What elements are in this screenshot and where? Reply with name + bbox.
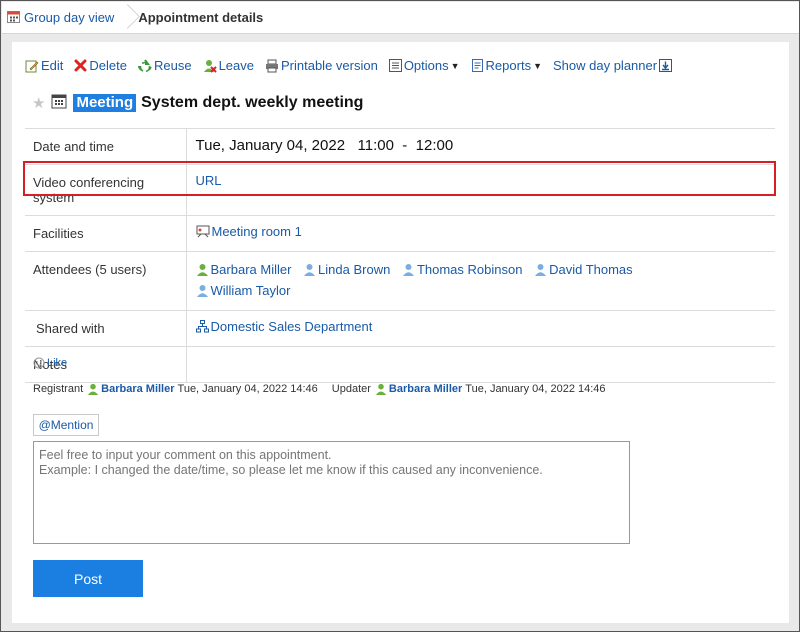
calendar-icon bbox=[51, 93, 67, 112]
record-metadata: Registrant Barbara Miller Tue, January 0… bbox=[33, 383, 606, 395]
date-time-label: Date and time bbox=[25, 128, 187, 165]
video-conferencing-row: Video conferencing system URL bbox=[25, 164, 775, 216]
appointment-panel: Edit Delete Reuse Leave Printable versio… bbox=[12, 42, 789, 623]
organization-icon bbox=[195, 320, 209, 333]
options-dropdown[interactable]: Options ▼ bbox=[388, 58, 460, 73]
attendee-name: David Thomas bbox=[549, 262, 633, 277]
video-conferencing-value: URL bbox=[186, 164, 775, 216]
facility-name: Meeting room 1 bbox=[211, 224, 302, 239]
breadcrumb-current: Appointment details bbox=[138, 10, 264, 25]
updater-label: Updater bbox=[331, 383, 371, 395]
registrant-time: Tue, January 04, 2022 14:46 bbox=[177, 383, 318, 395]
edit-icon bbox=[25, 59, 39, 73]
user-icon bbox=[303, 263, 316, 276]
attendee-name: William Taylor bbox=[210, 283, 291, 298]
edit-label: Edit bbox=[41, 58, 64, 73]
department-link[interactable]: Domestic Sales Department bbox=[195, 319, 373, 334]
breadcrumb-separator bbox=[122, 2, 132, 34]
date-time-text: Tue, January 04, 2022 11:00 - 12:00 bbox=[195, 137, 454, 154]
video-conferencing-label: Video conferencing system bbox=[25, 164, 187, 216]
printable-version-button[interactable]: Printable version bbox=[265, 58, 378, 73]
reports-label: Reports bbox=[485, 58, 532, 73]
show-day-planner-button[interactable]: Show day planner bbox=[553, 58, 674, 73]
facility-icon bbox=[196, 225, 210, 238]
printer-icon bbox=[265, 59, 279, 73]
delete-button[interactable]: Delete bbox=[74, 58, 127, 73]
user-icon bbox=[402, 263, 415, 276]
attendee-name: Linda Brown bbox=[318, 262, 391, 277]
star-favorite-icon[interactable]: ★ bbox=[32, 94, 45, 112]
report-icon bbox=[471, 59, 484, 72]
facilities-row: Facilities Meeting room 1 bbox=[25, 215, 775, 252]
shared-with-value: Domestic Sales Department bbox=[186, 310, 775, 347]
breadcrumb-group-day-view[interactable]: Group day view bbox=[2, 2, 122, 34]
user-icon bbox=[87, 383, 99, 395]
appointment-details-table: Date and time Tue, January 04, 2022 11:0… bbox=[25, 128, 775, 383]
caret-down-icon: ▼ bbox=[450, 60, 460, 71]
user-icon bbox=[196, 284, 209, 297]
like-label: Like bbox=[47, 357, 68, 369]
facility-link[interactable]: Meeting room 1 bbox=[196, 224, 302, 239]
shared-with-label: Shared with bbox=[25, 310, 187, 347]
smile-icon bbox=[33, 357, 45, 369]
user-icon bbox=[375, 383, 387, 395]
attendee-name: Barbara Miller bbox=[210, 262, 292, 277]
registrant-link[interactable]: Barbara Miller bbox=[87, 383, 175, 395]
appointment-title-row: ★ Meeting System dept. weekly meeting bbox=[32, 93, 363, 112]
facilities-value: Meeting room 1 bbox=[186, 215, 775, 252]
edit-button[interactable]: Edit bbox=[25, 58, 63, 73]
reports-dropdown[interactable]: Reports ▼ bbox=[471, 58, 542, 73]
notes-value bbox=[186, 346, 775, 383]
appointment-title: System dept. weekly meeting bbox=[141, 93, 364, 111]
window-frame: Group day view Appointment details Edit … bbox=[0, 0, 800, 632]
user-icon bbox=[196, 263, 209, 276]
day-planner-label: Show day planner bbox=[553, 58, 658, 73]
attendee-link[interactable]: Thomas Robinson bbox=[402, 260, 523, 279]
toolbar: Edit Delete Reuse Leave Printable versio… bbox=[25, 58, 685, 73]
attendee-link[interactable]: David Thomas bbox=[534, 260, 633, 279]
breadcrumb-home-label: Group day view bbox=[24, 10, 115, 25]
leave-user-icon bbox=[203, 59, 217, 73]
shared-with-row: Shared with Domestic Sales Department bbox=[25, 310, 775, 347]
download-icon bbox=[659, 59, 673, 72]
registrant-name: Barbara Miller bbox=[101, 383, 175, 395]
video-conferencing-url-link[interactable]: URL bbox=[196, 173, 222, 188]
attendees-value: Barbara Miller Linda Brown Thomas Robins… bbox=[186, 251, 775, 311]
reuse-button[interactable]: Reuse bbox=[137, 58, 192, 73]
reuse-label: Reuse bbox=[153, 58, 192, 73]
printable-label: Printable version bbox=[280, 58, 378, 73]
date-time-row: Date and time Tue, January 04, 2022 11:0… bbox=[25, 128, 775, 165]
updater-time: Tue, January 04, 2022 14:46 bbox=[465, 383, 606, 395]
leave-label: Leave bbox=[218, 58, 254, 73]
updater-name: Barbara Miller bbox=[388, 383, 463, 395]
list-icon bbox=[388, 59, 402, 72]
breadcrumb: Group day view Appointment details bbox=[2, 2, 799, 34]
attendees-row: Attendees (5 users) Barbara Miller Linda… bbox=[25, 251, 775, 311]
post-button[interactable]: Post bbox=[33, 560, 143, 597]
calendar-icon bbox=[7, 10, 20, 26]
date-time-value: Tue, January 04, 2022 11:00 - 12:00 bbox=[186, 128, 775, 165]
options-label: Options bbox=[403, 58, 449, 73]
attendees-label: Attendees (5 users) bbox=[25, 251, 187, 311]
delete-label: Delete bbox=[89, 58, 127, 73]
facilities-label: Facilities bbox=[25, 215, 187, 252]
caret-down-icon: ▼ bbox=[533, 60, 542, 71]
user-icon bbox=[534, 263, 547, 276]
like-button[interactable]: Like bbox=[33, 357, 67, 369]
department-name: Domestic Sales Department bbox=[210, 319, 373, 334]
delete-icon bbox=[74, 59, 87, 72]
appointment-type-badge: Meeting bbox=[73, 93, 137, 112]
mention-button[interactable]: @Mention bbox=[33, 414, 99, 436]
attendee-link[interactable]: Barbara Miller bbox=[196, 260, 292, 279]
comment-input[interactable] bbox=[33, 441, 630, 544]
recycle-icon bbox=[137, 58, 152, 73]
attendee-name: Thomas Robinson bbox=[416, 262, 523, 277]
registrant-label: Registrant bbox=[33, 383, 84, 395]
attendee-link[interactable]: William Taylor bbox=[196, 281, 291, 300]
leave-button[interactable]: Leave bbox=[203, 58, 254, 73]
attendee-link[interactable]: Linda Brown bbox=[303, 260, 390, 279]
updater-link[interactable]: Barbara Miller bbox=[375, 383, 462, 395]
notes-row: Notes bbox=[25, 346, 775, 383]
